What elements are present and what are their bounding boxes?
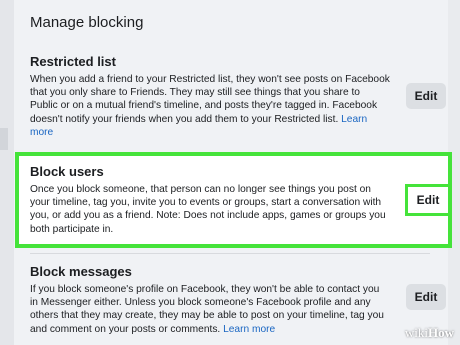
- restricted-list-text: When you add a friend to your Restricted…: [30, 74, 390, 125]
- block-users-section: Block users Once you block someone, that…: [30, 164, 420, 236]
- scroll-nub[interactable]: [0, 128, 8, 150]
- restricted-list-title: Restricted list: [30, 54, 116, 69]
- block-users-title: Block users: [30, 164, 104, 179]
- block-messages-title: Block messages: [30, 264, 132, 279]
- watermark-wiki: wiki: [404, 325, 428, 340]
- block-messages-learn-more-link[interactable]: Learn more: [223, 324, 275, 335]
- block-messages-edit-button[interactable]: Edit: [406, 284, 446, 310]
- restricted-list-description: When you add a friend to your Restricted…: [30, 73, 390, 139]
- restricted-list-section: Restricted list When you add a friend to…: [30, 54, 420, 139]
- section-divider: [30, 253, 430, 254]
- block-messages-description: If you block someone's profile on Facebo…: [30, 283, 390, 336]
- restricted-edit-button[interactable]: Edit: [406, 83, 446, 109]
- block-messages-section: Block messages If you block someone's pr…: [30, 264, 420, 336]
- page-title: Manage blocking: [30, 14, 144, 31]
- watermark-how: How: [428, 325, 454, 340]
- block-users-edit-button[interactable]: Edit: [410, 189, 446, 211]
- block-messages-text: If you block someone's profile on Facebo…: [30, 284, 384, 335]
- wikihow-watermark: wikiHow: [405, 325, 454, 341]
- block-users-edit-frame: Edit: [405, 184, 451, 216]
- block-users-description: Once you block someone, that person can …: [30, 184, 386, 235]
- left-edge: [0, 0, 14, 345]
